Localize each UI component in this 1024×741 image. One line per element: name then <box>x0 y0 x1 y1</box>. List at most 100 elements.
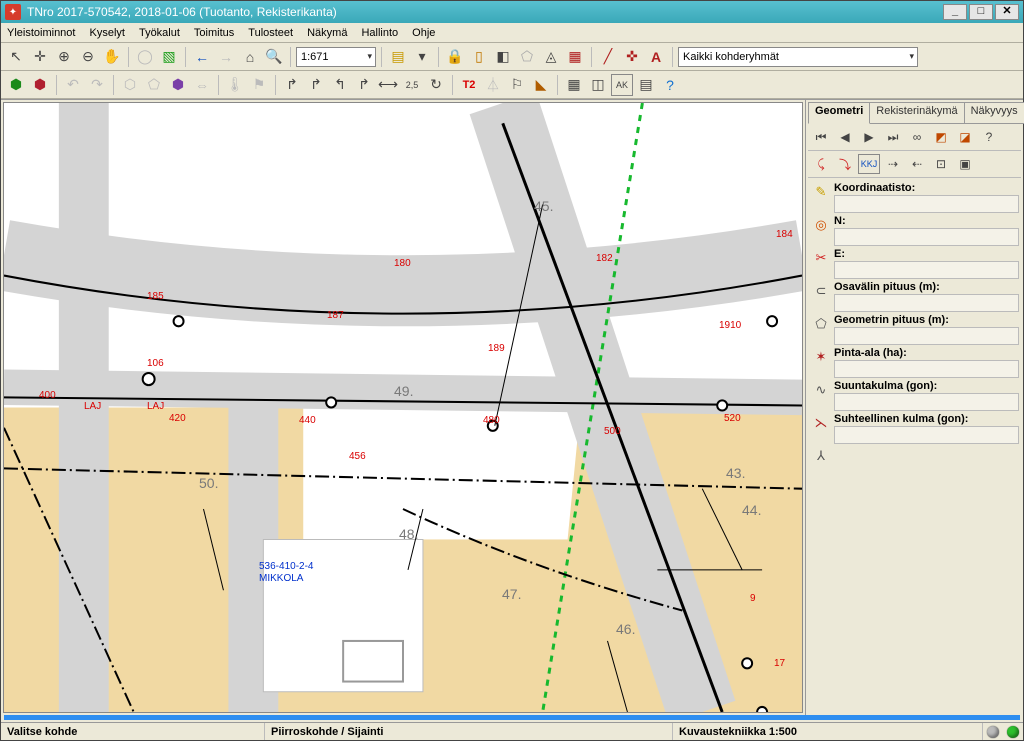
pointer-icon[interactable]: ↖ <box>5 46 27 68</box>
refresh-icon[interactable]: ↻ <box>425 74 447 96</box>
pan-hand-icon[interactable]: ✋ <box>101 46 123 68</box>
snap4-icon[interactable]: ⇠ <box>906 154 928 174</box>
panel1-icon[interactable]: ▦ <box>563 74 585 96</box>
arc2-icon[interactable]: ↱ <box>305 74 327 96</box>
crosshair-icon[interactable]: ✛ <box>29 46 51 68</box>
maximize-button[interactable]: □ <box>969 4 993 20</box>
nav-tool2-icon[interactable]: ◪ <box>954 127 976 147</box>
arc3-icon[interactable]: ↰ <box>329 74 351 96</box>
flag2-icon[interactable]: ⚐ <box>506 74 528 96</box>
hexagon-icon[interactable]: ⬡ <box>119 74 141 96</box>
status-led-gray-icon <box>987 726 999 738</box>
redo-icon[interactable]: ↷ <box>86 74 108 96</box>
text-icon[interactable]: A <box>645 46 667 68</box>
arc4-icon[interactable]: ↱ <box>353 74 375 96</box>
tab-geometri[interactable]: Geometri <box>808 102 870 124</box>
input-pinta[interactable] <box>834 360 1019 378</box>
nav-next-icon[interactable]: ▶ <box>858 127 880 147</box>
globe-icon[interactable]: ◯ <box>134 46 156 68</box>
menu-nakyma[interactable]: Näkymä <box>307 27 347 39</box>
brush-icon[interactable]: ◣ <box>530 74 552 96</box>
input-n[interactable] <box>834 228 1019 246</box>
side-tabs: Geometri Rekisterinäkymä Näkyvyys <box>808 102 1021 124</box>
separator <box>128 47 129 67</box>
polygon-icon: ⬠ <box>810 314 832 334</box>
separator <box>185 47 186 67</box>
layers-icon[interactable]: ▤ <box>387 46 409 68</box>
snap1-icon[interactable]: ⤹ <box>810 154 832 174</box>
flag-icon[interactable]: ⚑ <box>248 74 270 96</box>
menu-kyselyt[interactable]: Kyselyt <box>89 27 124 39</box>
close-button[interactable]: ✕ <box>995 4 1019 20</box>
input-suunta[interactable] <box>834 393 1019 411</box>
layers-dropdown-icon[interactable]: ▾ <box>411 46 433 68</box>
side-panel: Geometri Rekisterinäkymä Näkyvyys ⏮ ◀ ▶ … <box>805 100 1023 715</box>
shapes-icon[interactable]: ◧ <box>492 46 514 68</box>
ratio-icon[interactable]: 2,5 <box>401 74 423 96</box>
tab-nakyvyys[interactable]: Näkyvyys <box>964 102 1024 124</box>
scale-select[interactable]: 1:671 <box>296 47 376 67</box>
target-group-select[interactable]: Kaikki kohderyhmät <box>678 47 918 67</box>
undo-icon[interactable]: ↶ <box>62 74 84 96</box>
poly-icon[interactable]: ◬ <box>540 46 562 68</box>
input-osavali[interactable] <box>834 294 1019 312</box>
page-icon[interactable]: ▧ <box>158 46 180 68</box>
minimize-button[interactable]: _ <box>943 4 967 20</box>
input-geom[interactable] <box>834 327 1019 345</box>
input-koordinaatisto[interactable] <box>834 195 1019 213</box>
help-icon[interactable]: ? <box>659 74 681 96</box>
zoom-in-icon[interactable]: ⊕ <box>53 46 75 68</box>
cube-icon[interactable]: ⬠ <box>516 46 538 68</box>
map-pt-187: 187 <box>327 310 344 321</box>
target-icon[interactable]: ✜ <box>621 46 643 68</box>
t2-icon[interactable]: T2 <box>458 74 480 96</box>
map-parcel-44: 44. <box>742 502 761 518</box>
zoom-out-icon[interactable]: ⊖ <box>77 46 99 68</box>
forward-icon[interactable]: → <box>215 46 237 68</box>
menu-tulosteet[interactable]: Tulosteet <box>248 27 293 39</box>
snap5-icon[interactable]: ⊡ <box>930 154 952 174</box>
nav-link-icon[interactable]: ∞ <box>906 127 928 147</box>
ak-icon[interactable]: AK <box>611 74 633 96</box>
panel2-icon[interactable]: ◫ <box>587 74 609 96</box>
input-suht[interactable] <box>834 426 1019 444</box>
map-parcel-name: MIKKOLA <box>259 573 303 584</box>
cube-red-icon[interactable]: ⬢ <box>29 74 51 96</box>
dim-icon[interactable]: ⟷ <box>377 74 399 96</box>
menu-hallinto[interactable]: Hallinto <box>361 27 398 39</box>
map-canvas[interactable]: 45. 49. 50. 48. 47. 46. 43. 44. 180 182 … <box>3 102 803 713</box>
lock-icon[interactable]: 🔒 <box>444 46 466 68</box>
cube-purple-icon[interactable]: ⬢ <box>167 74 189 96</box>
nav-last-icon[interactable]: ⏭ <box>882 127 904 147</box>
menu-ohje[interactable]: Ohje <box>412 27 435 39</box>
cube-green-icon[interactable]: ⬢ <box>5 74 27 96</box>
find-icon[interactable]: 🔍 <box>263 46 285 68</box>
nav-tool1-icon[interactable]: ◩ <box>930 127 952 147</box>
snap2-icon[interactable]: ⤵ <box>834 154 856 174</box>
snap6-icon[interactable]: ▣ <box>954 154 976 174</box>
thermometer-icon[interactable]: 🌡 <box>224 74 246 96</box>
kkj-button[interactable]: KKJ <box>858 154 880 174</box>
back-icon[interactable]: ← <box>191 46 213 68</box>
line-icon[interactable]: ╱ <box>597 46 619 68</box>
menu-toimitus[interactable]: Toimitus <box>194 27 234 39</box>
menu-tyokalut[interactable]: Työkalut <box>139 27 180 39</box>
tree-icon[interactable]: ⏃ <box>482 74 504 96</box>
pentagon-icon[interactable]: ⬠ <box>143 74 165 96</box>
doc-icon[interactable]: ▯ <box>468 46 490 68</box>
link-icon[interactable]: ⇔ <box>191 74 213 96</box>
list-icon[interactable]: ▤ <box>635 74 657 96</box>
snap3-icon[interactable]: ⇢ <box>882 154 904 174</box>
nav-first-icon[interactable]: ⏮ <box>810 127 832 147</box>
arc1-icon[interactable]: ↱ <box>281 74 303 96</box>
nav-help-icon[interactable]: ? <box>978 127 1000 147</box>
grid-icon[interactable]: ▦ <box>564 46 586 68</box>
home-icon[interactable]: ⌂ <box>239 46 261 68</box>
tab-rekisterinakyma[interactable]: Rekisterinäkymä <box>869 102 964 124</box>
separator <box>290 47 291 67</box>
menu-yleistoiminnot[interactable]: Yleistoiminnot <box>7 27 75 39</box>
window-title: TNro 2017-570542, 2018-01-06 (Tuotanto, … <box>27 5 941 19</box>
map-pt-106: 106 <box>147 358 164 369</box>
input-e[interactable] <box>834 261 1019 279</box>
nav-prev-icon[interactable]: ◀ <box>834 127 856 147</box>
